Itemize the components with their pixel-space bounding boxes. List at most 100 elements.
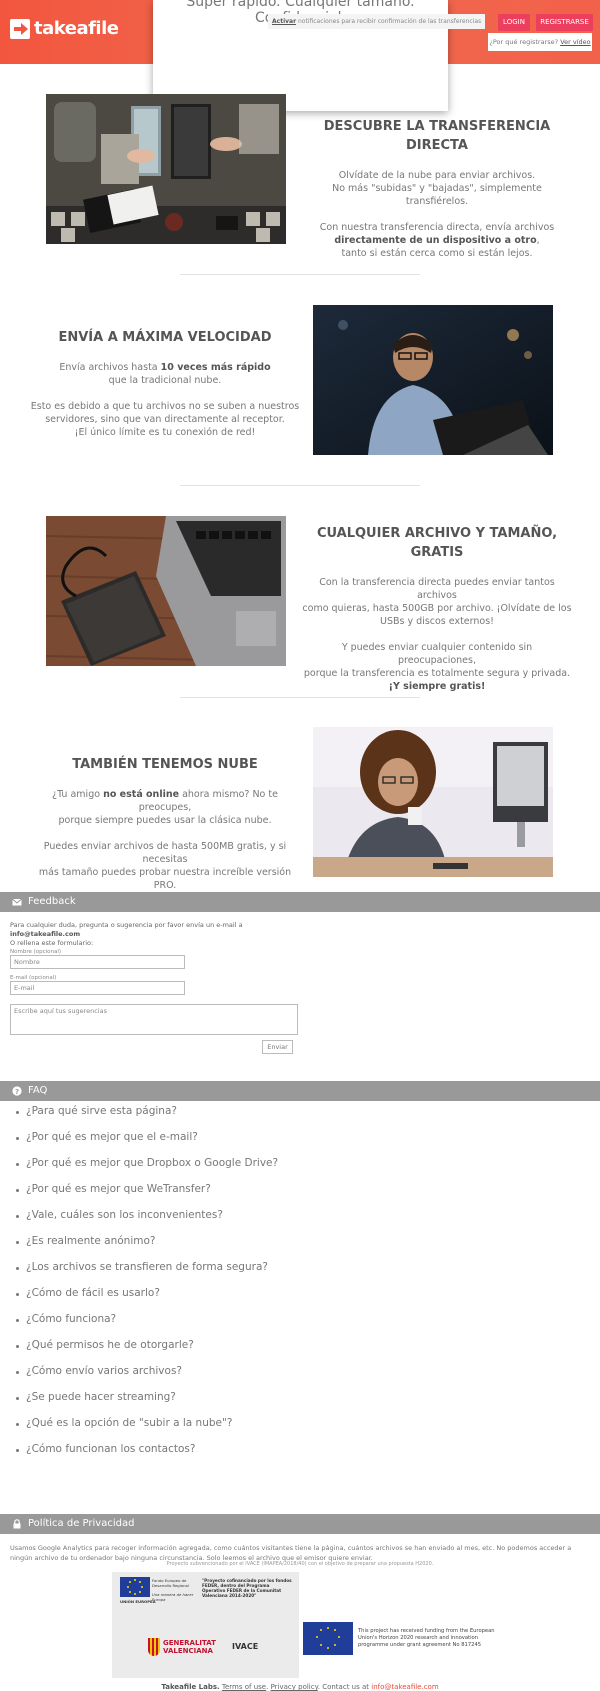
suggestions-textarea[interactable]: Escribe aquí tus sugerencias xyxy=(10,1004,298,1035)
faq-question[interactable]: ¿Por qué es mejor que Dropbox o Google D… xyxy=(26,1157,278,1169)
anyfile-p2-bold: ¡Y siempre gratis! xyxy=(388,681,486,692)
anyfile-p2: Y puedes enviar cualquier contenido sin … xyxy=(302,641,572,693)
feedback-intro-text: Para cualquier duda, pregunta o sugerenc… xyxy=(10,921,243,929)
bullet-icon xyxy=(16,1189,19,1192)
anyfile-p1-line3: USBs y discos externos! xyxy=(380,616,494,627)
faq-question[interactable]: ¿Qué es la opción de "subir a la nube"? xyxy=(26,1417,232,1429)
eu-h2020-flag-icon xyxy=(303,1622,353,1655)
faq-question[interactable]: ¿Por qué es mejor que el e-mail? xyxy=(26,1131,198,1143)
footer-contact-text: Contact us at xyxy=(322,1683,370,1691)
section-divider xyxy=(180,274,420,275)
bullet-icon xyxy=(16,1397,19,1400)
cloud-p1-start: ¿Tu amigo xyxy=(52,789,101,800)
privacy-text: Usamos Google Analytics para recoger inf… xyxy=(10,1544,572,1562)
name-input[interactable]: Nombre xyxy=(10,955,185,969)
speed-p2: Esto es debido a que tu archivos no se s… xyxy=(30,400,300,439)
subsidy-note: Proyecto subvencionado por el IVACE (IMA… xyxy=(166,1561,434,1567)
eu-label: UNIÓN EUROPEA xyxy=(120,1599,156,1604)
generalitat-label: GENERALITAT VALENCIANA xyxy=(163,1639,216,1655)
faq-item[interactable]: ¿Cómo de fácil es usarlo? xyxy=(16,1287,278,1313)
faq-title: FAQ xyxy=(28,1085,48,1096)
faq-item[interactable]: ¿Por qué es mejor que el e-mail? xyxy=(16,1131,278,1157)
direct-p2-tail: , xyxy=(536,235,540,246)
privacy-title: Política de Privacidad xyxy=(28,1518,135,1529)
faq-item[interactable]: ¿Los archivos se transfieren de forma se… xyxy=(16,1261,278,1287)
privacy-header: Política de Privacidad xyxy=(0,1514,600,1534)
bullet-icon xyxy=(16,1371,19,1374)
faq-question[interactable]: ¿Cómo funcionan los contactos? xyxy=(26,1443,195,1455)
speed-p1-line2: que la tradicional nube. xyxy=(108,375,222,386)
faq-item[interactable]: ¿Se puede hacer streaming? xyxy=(16,1391,278,1417)
faq-question[interactable]: ¿Cómo funciona? xyxy=(26,1313,116,1325)
direct-transfer-text: DESCUBRE LA TRANSFERENCIA DIRECTA Olvída… xyxy=(302,117,572,273)
faq-question[interactable]: ¿Para qué sirve esta página? xyxy=(26,1105,177,1117)
generalitat-line2: VALENCIANA xyxy=(163,1647,213,1655)
speed-p2-line3: ¡El único límite es tu conexión de red! xyxy=(74,427,256,438)
login-button[interactable]: LOGIN xyxy=(498,14,530,31)
notification-text: notificaciones para recibir confirmación… xyxy=(297,18,482,25)
notification-banner: Activar notificaciones para recibir conf… xyxy=(268,14,486,29)
why-register: ¿Por qué registrarse? Ver vídeo xyxy=(488,33,592,51)
logo-text: takeafile xyxy=(34,18,119,39)
privacy-link[interactable]: Privacy policy xyxy=(271,1683,318,1691)
email-input[interactable]: E-mail xyxy=(10,981,185,995)
woman-coffee-photo xyxy=(313,727,553,877)
register-button[interactable]: REGISTRARSE xyxy=(536,14,593,31)
anyfile-title-line1: CUALQUIER ARCHIVO Y TAMAÑO, xyxy=(316,526,558,541)
faq-question[interactable]: ¿Por qué es mejor que WeTransfer? xyxy=(26,1183,211,1195)
anyfile-p2-line1: Y puedes enviar cualquier contenido sin … xyxy=(341,642,533,666)
anyfile-title: CUALQUIER ARCHIVO Y TAMAÑO, GRATIS xyxy=(302,524,572,562)
eu-motto: Una manera de hacer Europa xyxy=(152,1592,194,1602)
bullet-icon xyxy=(16,1423,19,1426)
faq-item[interactable]: ¿Cómo funciona? xyxy=(16,1313,278,1339)
faq-item[interactable]: ¿Es realmente anónimo? xyxy=(16,1235,278,1261)
see-video-link[interactable]: Ver vídeo xyxy=(560,38,590,46)
cloud-p1-bold: no está online xyxy=(103,789,180,800)
bullet-icon xyxy=(16,1215,19,1218)
faq-question[interactable]: ¿Qué permisos he de otorgarle? xyxy=(26,1339,194,1351)
speed-p1-bold: 10 veces más rápido xyxy=(160,362,271,373)
faq-item[interactable]: ¿Por qué es mejor que WeTransfer? xyxy=(16,1183,278,1209)
faq-item[interactable]: ¿Qué es la opción de "subir a la nube"? xyxy=(16,1417,278,1443)
takeafile-logo[interactable]: takeafile xyxy=(10,18,119,39)
feedback-email-link[interactable]: info@takeafile.com xyxy=(10,930,80,938)
send-button[interactable]: Enviar xyxy=(262,1040,293,1054)
speed-p1-line1: Envía archivos hasta xyxy=(59,362,158,373)
direct-p2-line3: tanto si están cerca como si están lejos… xyxy=(341,248,533,259)
faq-question[interactable]: ¿Vale, cuáles son los inconvenientes? xyxy=(26,1209,223,1221)
faq-question[interactable]: ¿Se puede hacer streaming? xyxy=(26,1391,176,1403)
direct-p2-bold: directamente de un dispositivo a otro xyxy=(334,235,537,246)
anyfile-text: CUALQUIER ARCHIVO Y TAMAÑO, GRATIS Con l… xyxy=(302,524,572,706)
faq-header: ? FAQ xyxy=(0,1081,600,1101)
footer-email-link[interactable]: info@takeafile.com xyxy=(371,1683,438,1691)
terms-link[interactable]: Terms of use xyxy=(222,1683,266,1691)
faq-item[interactable]: ¿Para qué sirve esta página? xyxy=(16,1105,278,1131)
faq-item[interactable]: ¿Qué permisos he de otorgarle? xyxy=(16,1339,278,1365)
bullet-icon xyxy=(16,1241,19,1244)
cloud-p2: Puedes enviar archivos de hasta 500MB gr… xyxy=(30,840,300,892)
faq-item[interactable]: ¿Cómo funcionan los contactos? xyxy=(16,1443,278,1469)
section-divider xyxy=(180,697,420,698)
activate-notifications-link[interactable]: Activar xyxy=(272,18,296,25)
faq-question[interactable]: ¿Cómo envío varios archivos? xyxy=(26,1365,182,1377)
svg-text:?: ? xyxy=(15,1088,19,1096)
direct-p1-line2: No más "subidas" y "bajadas", simplement… xyxy=(332,183,542,207)
faq-question[interactable]: ¿Es realmente anónimo? xyxy=(26,1235,155,1247)
faq-question[interactable]: ¿Los archivos se transfieren de forma se… xyxy=(26,1261,268,1273)
feedback-intro-line2: O rellena este formulario: xyxy=(10,939,94,947)
bullet-icon xyxy=(16,1267,19,1270)
anyfile-p1: Con la transferencia directa puedes envi… xyxy=(302,576,572,628)
bullet-icon xyxy=(16,1137,19,1140)
faq-list: ¿Para qué sirve esta página? ¿Por qué es… xyxy=(16,1105,278,1469)
cloud-p2-line2: más tamaño puedes probar nuestra increíb… xyxy=(38,867,292,891)
faq-item[interactable]: ¿Vale, cuáles son los inconvenientes? xyxy=(16,1209,278,1235)
faq-item[interactable]: ¿Cómo envío varios archivos? xyxy=(16,1365,278,1391)
anyfile-p1-line1: Con la transferencia directa puedes envi… xyxy=(319,577,555,601)
section-divider xyxy=(180,485,420,486)
anyfile-p2-line2: porque la transferencia es totalmente se… xyxy=(303,668,571,679)
bullet-icon xyxy=(16,1319,19,1322)
faq-item[interactable]: ¿Por qué es mejor que Dropbox o Google D… xyxy=(16,1157,278,1183)
faq-question[interactable]: ¿Cómo de fácil es usarlo? xyxy=(26,1287,160,1299)
cloud-text: TAMBIÉN TENEMOS NUBE ¿Tu amigo no está o… xyxy=(30,755,300,905)
anyfile-title-line2: GRATIS xyxy=(410,545,464,560)
